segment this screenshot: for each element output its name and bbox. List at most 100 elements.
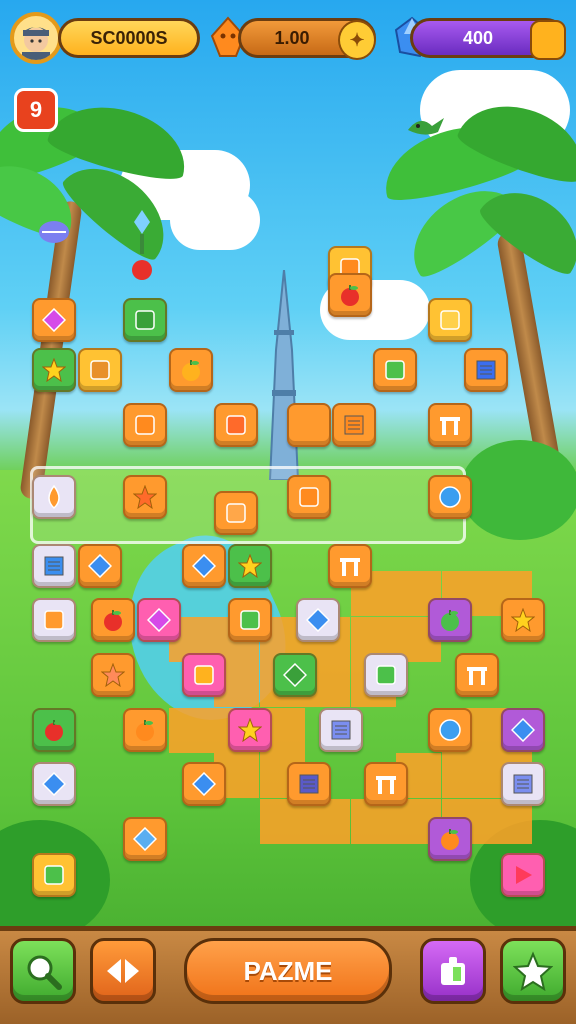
match-tile[interactable] (455, 652, 500, 697)
match-tile[interactable] (91, 652, 136, 697)
puzzle-button[interactable] (420, 938, 486, 1004)
match-tile[interactable] (464, 348, 509, 393)
hint-button[interactable] (10, 938, 76, 1004)
match-tile[interactable] (286, 475, 331, 520)
match-tile[interactable] (123, 475, 167, 520)
match-tile[interactable] (227, 598, 272, 643)
tile-square-icon (135, 310, 155, 330)
match-tile[interactable] (427, 707, 472, 752)
match-tile[interactable] (32, 298, 76, 342)
tile-square-icon (44, 610, 64, 631)
level-number: 9 (29, 97, 43, 122)
tile-card-icon (331, 720, 351, 739)
match-tile[interactable] (427, 298, 472, 342)
tile-diamond-icon (192, 553, 217, 578)
match-tile[interactable] (32, 475, 76, 520)
score-value: SC0000S (90, 27, 168, 48)
match-tile[interactable] (32, 598, 76, 643)
tile-square-icon (89, 360, 110, 380)
tile-square-icon (135, 414, 155, 435)
shuffle-button[interactable] (90, 938, 156, 1004)
tile-star-icon (237, 553, 262, 578)
match-tile[interactable] (32, 853, 76, 898)
tile-diamond-icon (192, 772, 217, 797)
match-tile[interactable] (318, 707, 363, 752)
match-tile[interactable] (182, 543, 227, 588)
match-tile[interactable] (364, 762, 409, 807)
tile-square-icon (376, 665, 396, 685)
add-coins-button[interactable]: ✦ (338, 20, 376, 60)
match-tile[interactable] (500, 762, 545, 807)
tile-card-icon (344, 415, 364, 435)
match-tile[interactable] (327, 543, 372, 588)
match-tile[interactable] (123, 707, 167, 752)
match-tile[interactable] (295, 598, 340, 643)
tile-square-icon (44, 865, 64, 885)
match-tile[interactable] (500, 598, 545, 643)
match-tile[interactable] (32, 348, 76, 393)
center-play-label: PAZME (243, 955, 333, 986)
center-play-button[interactable]: PAZME (184, 938, 392, 1004)
tile-square-icon (226, 503, 246, 524)
tile-play-icon (515, 866, 532, 885)
tile-gate-icon (467, 666, 488, 685)
match-tile[interactable] (286, 402, 331, 447)
tile-gate-icon (439, 416, 460, 435)
match-tile[interactable] (123, 402, 167, 447)
match-tile[interactable] (373, 348, 418, 393)
match-tile[interactable] (32, 707, 76, 752)
tile-diamond-icon (42, 308, 66, 332)
match-tile[interactable] (123, 298, 167, 342)
match-tile[interactable] (32, 762, 76, 807)
match-tile[interactable] (427, 598, 472, 643)
match-tile[interactable] (77, 543, 122, 588)
tile-star-icon (510, 608, 535, 633)
match-tile[interactable] (332, 402, 377, 447)
add-gems-button[interactable] (530, 20, 566, 60)
match-tile[interactable] (214, 491, 258, 536)
tile-square-icon (194, 665, 214, 685)
tile-card-icon (44, 556, 64, 576)
match-tile[interactable] (427, 816, 472, 861)
tile-fruit-icon (181, 360, 200, 382)
magnifier-icon (27, 955, 62, 990)
match-tile[interactable] (214, 402, 258, 447)
match-tile[interactable] (227, 707, 272, 752)
tile-star-icon (42, 358, 66, 383)
match-tile[interactable] (168, 348, 213, 393)
tile-card-icon (476, 360, 496, 380)
match-tile[interactable] (500, 853, 545, 898)
score-bar: SC0000S (58, 18, 200, 58)
cloud (170, 190, 260, 250)
star-button[interactable] (500, 938, 566, 1004)
match-tile[interactable] (286, 762, 331, 807)
board-path-cell (168, 707, 214, 753)
match-tile[interactable] (32, 543, 76, 588)
tile-diamond-icon (283, 662, 308, 687)
match-tile[interactable] (77, 348, 122, 393)
player-avatar-icon[interactable] (10, 12, 62, 64)
puzzle-piece-icon (441, 957, 465, 985)
match-tile[interactable] (182, 762, 227, 807)
match-tile[interactable] (182, 652, 227, 697)
match-tile[interactable] (91, 598, 136, 643)
level-badge: 9 (14, 88, 58, 132)
match-tile[interactable] (364, 652, 409, 697)
match-tile[interactable] (227, 543, 272, 588)
match-tile[interactable] (327, 272, 372, 317)
match-tile[interactable] (500, 707, 545, 752)
tile-fruit-icon (440, 828, 459, 850)
tile-star-icon (101, 662, 126, 687)
tile-diamond-icon (42, 772, 66, 797)
match-tile[interactable] (273, 652, 318, 697)
tile-fruit-icon (45, 719, 63, 741)
tile-fruit-icon (440, 610, 459, 632)
match-tile[interactable] (427, 402, 472, 447)
match-tile[interactable] (123, 816, 167, 861)
tile-fruit-icon (340, 284, 359, 306)
tile-diamond-icon (510, 717, 535, 742)
match-tile[interactable] (136, 598, 181, 643)
tile-diamond-icon (305, 608, 330, 633)
match-tile[interactable] (427, 475, 472, 520)
ornament-icon (132, 210, 152, 280)
